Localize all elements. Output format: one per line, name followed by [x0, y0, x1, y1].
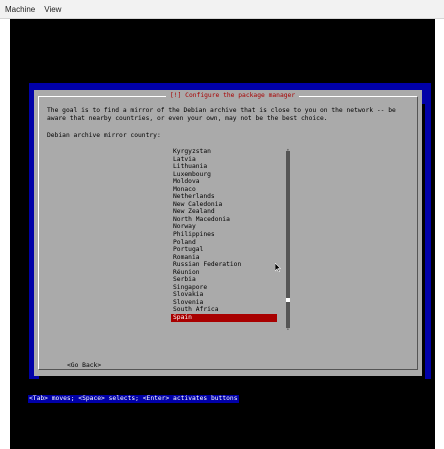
list-item[interactable]: Slovenia: [171, 299, 277, 307]
dialog-title: [!] Configure the package manager: [166, 90, 300, 102]
list-item[interactable]: New Zealand: [171, 208, 277, 216]
list-item[interactable]: Norway: [171, 223, 277, 231]
mouse-pointer-icon: [275, 263, 281, 272]
vm-screen: [!] Configure the package manager The go…: [10, 19, 435, 449]
list-item[interactable]: Poland: [171, 239, 277, 247]
vm-menubar: Machine View: [0, 0, 444, 19]
list-item[interactable]: Luxembourg: [171, 171, 277, 179]
menu-view[interactable]: View: [39, 5, 65, 14]
list-item[interactable]: North Macedonia: [171, 216, 277, 224]
configure-dialog: [!] Configure the package manager The go…: [34, 90, 422, 376]
list-item[interactable]: Singapore: [171, 284, 277, 292]
country-list[interactable]: Kyrgyzstan Latvia Lithuania Luxembourg Moldo…: [171, 148, 277, 322]
list-item[interactable]: Lithuania: [171, 163, 277, 171]
dialog-description: The goal is to find a mirror of the Debi…: [47, 107, 396, 122]
list-item[interactable]: Moldova: [171, 178, 277, 186]
mirror-country-prompt: Debian archive mirror country:: [47, 132, 161, 139]
list-item[interactable]: Latvia: [171, 156, 277, 164]
go-back-button[interactable]: <Go Back>: [67, 362, 101, 370]
list-item[interactable]: Réunion: [171, 269, 277, 277]
list-item[interactable]: South Africa: [171, 306, 277, 314]
list-item[interactable]: Romania: [171, 254, 277, 262]
list-item[interactable]: Portugal: [171, 246, 277, 254]
list-item[interactable]: Philippines: [171, 231, 277, 239]
list-item[interactable]: Kyrgyzstan: [171, 148, 277, 156]
scroll-thumb[interactable]: [286, 298, 290, 302]
list-item[interactable]: Monaco: [171, 186, 277, 194]
list-item[interactable]: Russian Federation: [171, 261, 277, 269]
status-bar: <Tab> moves; <Space> selects; <Enter> ac…: [28, 395, 239, 403]
list-item-selected[interactable]: Spain: [171, 314, 277, 322]
scroll-down-icon[interactable]: ↓: [286, 327, 290, 331]
list-item[interactable]: Netherlands: [171, 193, 277, 201]
menu-machine[interactable]: Machine: [0, 5, 39, 14]
list-item[interactable]: Serbia: [171, 276, 277, 284]
list-item[interactable]: New Caledonia: [171, 201, 277, 209]
list-item[interactable]: Slovakia: [171, 291, 277, 299]
